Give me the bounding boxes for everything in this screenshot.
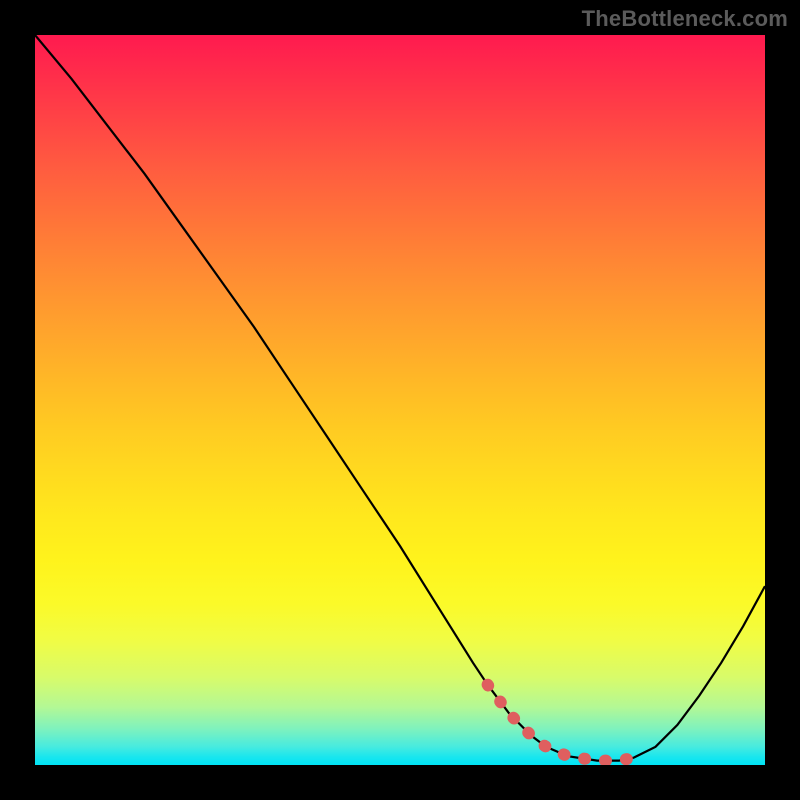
optimal-range-marker [488, 685, 641, 761]
plot-area [35, 35, 765, 765]
chart-svg [35, 35, 765, 765]
watermark-label: TheBottleneck.com [582, 6, 788, 32]
bottleneck-curve-path [35, 35, 765, 761]
chart-container: TheBottleneck.com [0, 0, 800, 800]
